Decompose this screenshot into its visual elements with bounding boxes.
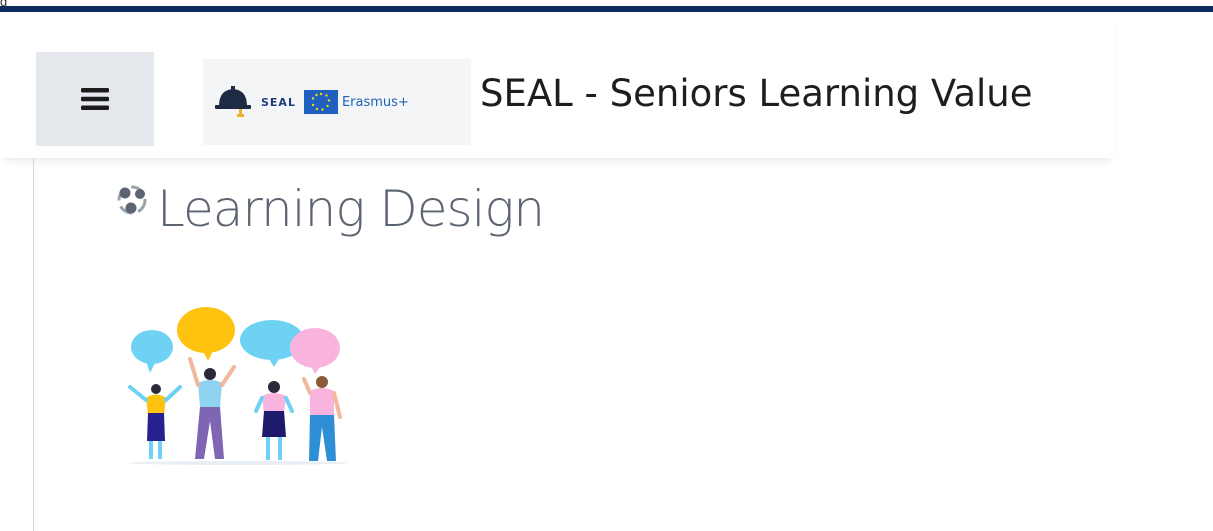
site-title[interactable]: SEAL - Seniors Learning Value [480,72,1033,115]
menu-toggle-button[interactable] [36,52,154,146]
eu-flag-icon [303,90,338,114]
seal-helmet-icon [215,86,251,117]
content-left-border [33,158,34,531]
logo-erasmus-text: Erasmus+ [341,94,409,110]
site-header: SEAL Erasmus+ SEAL - Seniors Learning Va… [0,12,1115,158]
hamburger-menu-icon [81,88,109,110]
site-logo[interactable]: SEAL Erasmus+ [203,59,471,145]
logo-seal-text: SEAL [261,95,296,109]
page-title: Learning Design [157,180,545,238]
page-heading: Learning Design [113,180,545,238]
people-speech-bubbles-illustration [128,307,348,465]
learning-design-icon [117,185,147,215]
